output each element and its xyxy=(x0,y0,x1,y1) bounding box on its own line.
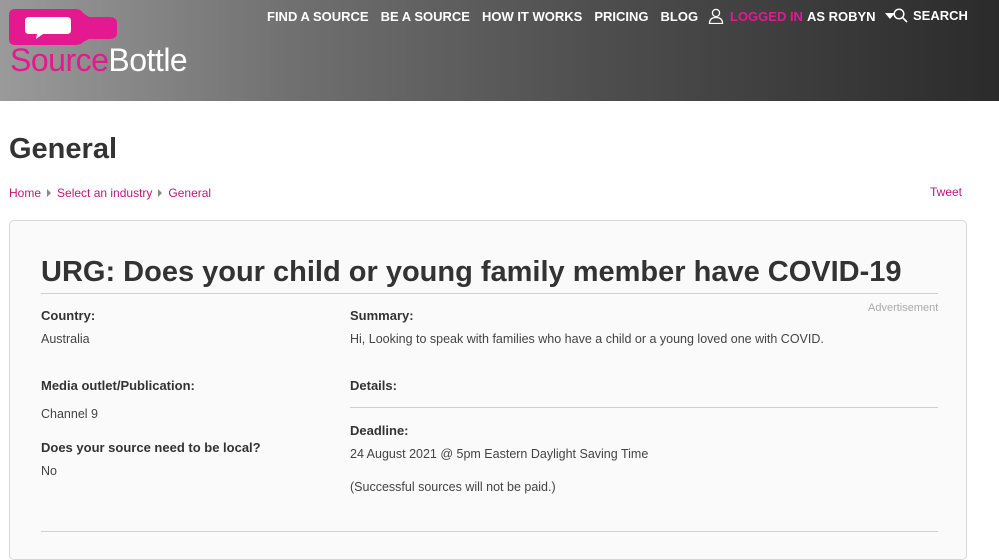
country-label: Country: xyxy=(41,308,96,323)
nav-find-a-source[interactable]: FIND A SOURCE xyxy=(267,9,369,24)
summary-label: Summary: xyxy=(350,308,414,323)
search-icon xyxy=(893,8,908,23)
logo-bottle: Bottle xyxy=(108,42,188,78)
country-value: Australia xyxy=(41,332,90,346)
search-button[interactable]: SEARCH xyxy=(893,8,968,23)
search-label: SEARCH xyxy=(913,8,968,23)
deadline-label: Deadline: xyxy=(350,423,409,438)
advertisement-label: Advertisement xyxy=(868,302,939,314)
breadcrumb-select-industry[interactable]: Select an industry xyxy=(57,186,152,200)
request-title: URG: Does your child or young family mem… xyxy=(41,256,902,288)
page-title: General xyxy=(9,133,117,165)
tweet-link[interactable]: Tweet xyxy=(930,185,962,199)
local-source-value: No xyxy=(41,464,57,478)
user-menu[interactable]: LOGGED IN AS ROBYN xyxy=(708,8,895,24)
username-label: AS ROBYN xyxy=(806,8,876,24)
breadcrumb-arrow-icon xyxy=(158,189,163,197)
main-nav: FIND A SOURCE BE A SOURCE HOW IT WORKS P… xyxy=(267,9,710,24)
media-outlet-label: Media outlet/Publication: xyxy=(41,378,195,393)
nav-blog[interactable]: BLOG xyxy=(661,9,699,24)
breadcrumb: Home Select an industry General xyxy=(9,186,211,200)
payment-note: (Successful sources will not be paid.) xyxy=(350,480,556,494)
breadcrumb-home[interactable]: Home xyxy=(9,186,41,200)
summary-value: Hi, Looking to speak with families who h… xyxy=(350,332,824,346)
bottom-divider xyxy=(41,531,938,532)
logo-wordmark: SourceBottle xyxy=(10,42,188,78)
sourcebottle-logo[interactable]: SourceBottle xyxy=(9,9,204,78)
details-label: Details: xyxy=(350,378,397,393)
title-divider xyxy=(41,293,938,294)
breadcrumb-general[interactable]: General xyxy=(168,186,211,200)
request-card: URG: Does your child or young family mem… xyxy=(9,220,967,560)
nav-pricing[interactable]: PRICING xyxy=(594,9,648,24)
nav-be-a-source[interactable]: BE A SOURCE xyxy=(381,9,470,24)
header-bar: SourceBottle FIND A SOURCE BE A SOURCE H… xyxy=(0,0,999,101)
logo-source: Source xyxy=(10,42,109,78)
deadline-value: 24 August 2021 @ 5pm Eastern Daylight Sa… xyxy=(350,447,649,461)
bottle-icon xyxy=(9,9,117,45)
nav-how-it-works[interactable]: HOW IT WORKS xyxy=(482,9,582,24)
details-divider xyxy=(350,407,938,408)
user-icon xyxy=(708,8,724,24)
local-source-label: Does your source need to be local? xyxy=(41,440,261,455)
logged-in-label: LOGGED IN xyxy=(730,8,803,24)
media-outlet-value: Channel 9 xyxy=(41,407,98,421)
breadcrumb-arrow-icon xyxy=(47,189,52,197)
